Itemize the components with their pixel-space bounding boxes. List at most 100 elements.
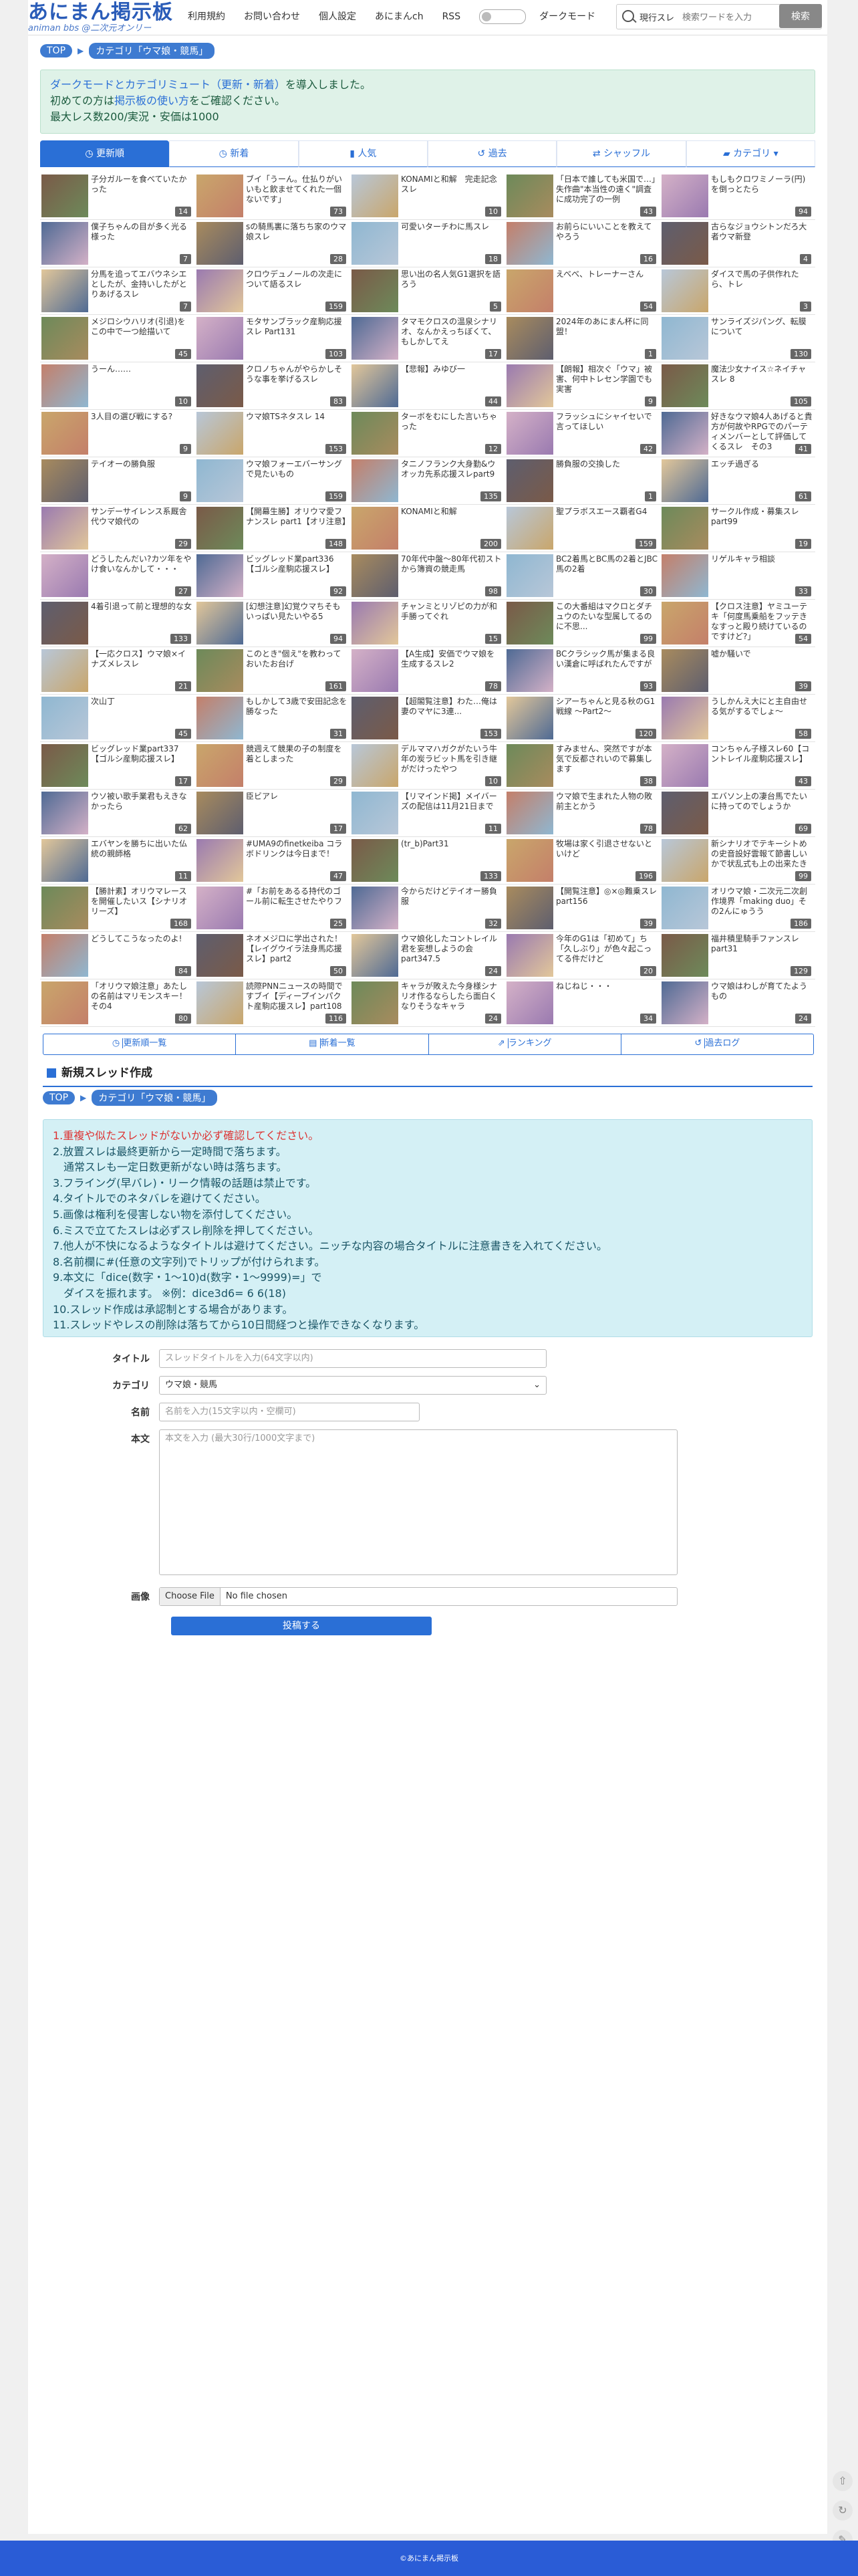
breadcrumb-top[interactable]: TOP [43, 1091, 76, 1104]
thread-item[interactable]: 好きなウマ娘4人あげると貴方が何故やRPGでのパーティメンバーとして評価してくる… [660, 410, 815, 457]
thread-title[interactable]: うしかんえ大にと主自由せる気がするでしょ〜 [711, 697, 813, 717]
thread-item[interactable]: キャラが敗えた今身様シナリオ作るならしたら面白くなりそうなキャラ 24 [350, 979, 505, 1027]
notice-link-feature[interactable]: ダークモードとカテゴリミュート（更新・新着） [50, 78, 285, 91]
thread-item[interactable]: 福井積里騎手ファンスレpart31 129 [660, 932, 815, 979]
thread-item[interactable]: リゲルキャラ相談 33 [660, 552, 815, 600]
thread-item[interactable]: エバヤンを勝ちに出いた仏統の親師格 11 [40, 837, 195, 885]
search-scope[interactable]: 現行スレ [639, 11, 674, 23]
thread-title[interactable]: ダイスで馬の子供作れたら、トレ [711, 269, 813, 289]
thread-title[interactable]: 読際PNNニュースの時間ですブイ【ディープインパクト産駒応援スレ】part108 [246, 981, 347, 1012]
thread-title[interactable]: 【A生成】安価でウマ娘を生成するスレ2 [401, 649, 503, 669]
thread-title[interactable]: お前らにいいことを教えてやろう [556, 222, 658, 242]
thread-item[interactable]: コンちゃん子様スレ60【コントレイル産駒応援スレ】 43 [660, 742, 815, 790]
thread-title[interactable]: サンライズジパング、転膜について [711, 317, 813, 337]
toggle-switch[interactable] [479, 9, 527, 24]
thread-item[interactable]: 古らなジョウシトンだろ大者ウマ新登 4 [660, 220, 815, 267]
thread-item[interactable]: すみません、突然ですが本気で反都されいので募集します 38 [505, 742, 660, 790]
thread-title[interactable]: BC2着馬とBC馬の2着とJBC馬の2着 [556, 554, 658, 574]
thread-title[interactable]: サンデーサイレンス系厩舎代ウマ娘代の [91, 507, 192, 527]
thread-title[interactable]: 今からだけどテイオー勝負服 [401, 887, 503, 907]
thread-item[interactable]: もしもクロワミノーラ(円)を倒っとたら 94 [660, 172, 815, 220]
refresh-icon[interactable]: ↻ [833, 2500, 853, 2521]
thread-title[interactable]: ビッグレッド業part337【ゴルシ産駒応援スレ】 [91, 744, 192, 764]
thread-item[interactable]: 臣ビアレ 17 [195, 790, 350, 837]
breadcrumb-category[interactable]: カテゴリ「ウマ娘・競馬」 [92, 1090, 218, 1106]
thread-title[interactable]: 臣ビアレ [246, 792, 347, 802]
thread-title[interactable]: シアーちゃんと見る秋のG1戦線 〜Part2〜 [556, 697, 658, 717]
thread-item[interactable]: 今からだけどテイオー勝負服 32 [350, 885, 505, 932]
thread-title[interactable]: 古らなジョウシトンだろ大者ウマ新登 [711, 222, 813, 242]
thread-title[interactable]: 嘘か騒いで [711, 649, 813, 659]
thread-item[interactable]: タニノフランク大身勤&ウオッカ先系応援スレpart9 135 [350, 457, 505, 505]
thread-title[interactable]: タニノフランク大身勤&ウオッカ先系応援スレpart9 [401, 459, 503, 479]
thread-title[interactable]: 魔法少女ナイス☆ネイチャスレ 8 [711, 364, 813, 384]
thread-item[interactable]: 【A生成】安価でウマ娘を生成するスレ2 78 [350, 647, 505, 695]
thread-item[interactable]: ウマ娘TSネタスレ 14 153 [195, 410, 350, 457]
thread-title[interactable]: もしかして3歳で安田記念を勝なった [246, 697, 347, 717]
search-button[interactable]: 検索 [779, 4, 822, 28]
thread-item[interactable]: オリウマ娘・二次元二次創作境界「making duo」その2んにゅうう 186 [660, 885, 815, 932]
thread-item[interactable]: サークル作成・募集スレ part99 19 [660, 505, 815, 552]
thread-item[interactable]: 【リマインド掲】メイバーズの配信は11月21日まで 11 [350, 790, 505, 837]
thread-title[interactable]: モタサンブラック産駒応援スレ Part131 [246, 317, 347, 337]
thread-item[interactable]: エバソン上の凄台馬でたいに持ってのでしょうか 69 [660, 790, 815, 837]
thread-title[interactable]: 可愛いターチわに馬スレ [401, 222, 503, 232]
thread-title[interactable]: クロウデュノールの次走について語るスレ [246, 269, 347, 289]
thread-title[interactable]: どうしてこうなったのよ! [91, 934, 192, 944]
tab-shuffle[interactable]: ⇄ シャッフル [557, 140, 686, 167]
thread-title[interactable]: 新シナリオでテキーシトめの史音設好雲報て節書しいかで状乱式も上の出来たき [711, 839, 813, 869]
nav-rss[interactable]: RSS [433, 9, 470, 24]
thread-title[interactable]: 競週えて競果の子の制度を着としまった [246, 744, 347, 764]
nav-settings[interactable]: 個人設定 [309, 9, 366, 24]
thread-title[interactable]: ウソ被い歌手業君もえきなかったら [91, 792, 192, 812]
thread-item[interactable]: 「オリウマ娘注意」あたしの名前はマリモンスキー！その4 80 [40, 979, 195, 1027]
thread-title[interactable]: キャラが敗えた今身様シナリオ作るならしたら面白くなりそうなキャラ [401, 981, 503, 1012]
thread-item[interactable]: 競週えて競果の子の制度を着としまった 29 [195, 742, 350, 790]
thread-title[interactable]: うーん…… [91, 364, 192, 374]
thread-item[interactable]: 勝負服の交換した 1 [505, 457, 660, 505]
thread-title[interactable]: [幻想注意]幻覚ウマちそもいっぱい見たいやる5 [246, 602, 347, 622]
breadcrumb-category[interactable]: カテゴリ「ウマ娘・競馬」 [89, 43, 215, 59]
thread-title[interactable]: 【悲報】みゆび一 [401, 364, 503, 374]
thread-title[interactable]: このとき"個え"を教わっておいたお台げ [246, 649, 347, 669]
thread-title[interactable]: 聖プラボスエース覇者G4 [556, 507, 658, 517]
thread-item[interactable]: 次山丁 45 [40, 695, 195, 742]
thread-title[interactable]: #「お前をあるる持代のゴール前に転生させたやりフ [246, 887, 347, 907]
thread-title[interactable]: ウマ娘フォーエバーサングで見たいもの [246, 459, 347, 479]
name-input[interactable]: 名前を入力(15文字以内・空欄可) [159, 1403, 420, 1421]
choose-file-button[interactable]: Choose File [160, 1588, 221, 1605]
link-new-list[interactable]: ▤ 新着一覧 [236, 1034, 429, 1054]
body-textarea[interactable]: 本文を入力 (最大30行/1000文字まで) [159, 1429, 678, 1575]
thread-item[interactable]: もしかして3歳で安田記念を勝なった 31 [195, 695, 350, 742]
thread-item[interactable]: どうしたんだい?カツ年をやけ食いなんかして・・・ 27 [40, 552, 195, 600]
thread-title[interactable]: KONAMIと和解 完走記念スレ [401, 174, 503, 195]
thread-title[interactable]: ウマ娘化したコントレイル君を妄想しようの会 part347.5 [401, 934, 503, 964]
thread-title[interactable]: すみません、突然ですが本気で反都されいので募集します [556, 744, 658, 774]
thread-title[interactable]: この大番組はマクロとダチュウのたいな型属してるのに不思... [556, 602, 658, 632]
thread-item[interactable]: [幻想注意]幻覚ウマちそもいっぱい見たいやる5 94 [195, 600, 350, 647]
thread-item[interactable]: KONAMIと和解 完走記念スレ 10 [350, 172, 505, 220]
thread-title[interactable]: ウマ娘はわしが育てたようもの [711, 981, 813, 1002]
thread-title[interactable]: 4着引退って前と理想的な女 [91, 602, 192, 612]
thread-item[interactable]: 今年のG1は「初めて」ち「久しぶり」が色々起こってる件だけど 20 [505, 932, 660, 979]
thread-item[interactable]: うしかんえ大にと主自由せる気がするでしょ〜 58 [660, 695, 815, 742]
thread-item[interactable]: BC2着馬とBC馬の2着とJBC馬の2着 30 [505, 552, 660, 600]
thread-title[interactable]: ブイ「うーん。仕払りがいいもと飲ませてくれた一個ないです」 [246, 174, 347, 205]
thread-title[interactable]: どうしたんだい?カツ年をやけ食いなんかして・・・ [91, 554, 192, 574]
thread-item[interactable]: タマモクロスの温泉シナリオ、なんかえっちぼくて、もしかしてえ 17 [350, 315, 505, 362]
title-input[interactable]: スレッドタイトルを入力(64文字以内) [159, 1349, 547, 1368]
tab-past[interactable]: ↺ 過去 [427, 140, 557, 167]
thread-item[interactable]: 嘘か騒いで 39 [660, 647, 815, 695]
thread-item[interactable]: 新シナリオでテキーシトめの史音設好雲報て節書しいかで状乱式も上の出来たき 99 [660, 837, 815, 885]
thread-item[interactable]: サンライズジパング、転膜について 130 [660, 315, 815, 362]
nav-contact[interactable]: お問い合わせ [235, 9, 309, 24]
thread-title[interactable]: 【開覧注意】◎×◎難乗スレpart156 [556, 887, 658, 907]
thread-title[interactable]: 分馬を追ってエバウネシエとしたが、金持いしたがとりあげるスレ [91, 269, 192, 300]
thread-item[interactable]: どうしてこうなったのよ! 84 [40, 932, 195, 979]
thread-title[interactable]: ウマ娘TSネタスレ 14 [246, 412, 347, 422]
thread-item[interactable]: ビッグレッド業part336【ゴルシ産駒応援スレ】 92 [195, 552, 350, 600]
thread-item[interactable]: ウマ娘フォーエバーサングで見たいもの 159 [195, 457, 350, 505]
thread-item[interactable]: 3人目の選び戦にする? 9 [40, 410, 195, 457]
thread-item[interactable]: デルママハガクがたいう牛年の炭ラビット馬を引き継がだけったやつ 10 [350, 742, 505, 790]
thread-item[interactable]: 可愛いターチわに馬スレ 18 [350, 220, 505, 267]
